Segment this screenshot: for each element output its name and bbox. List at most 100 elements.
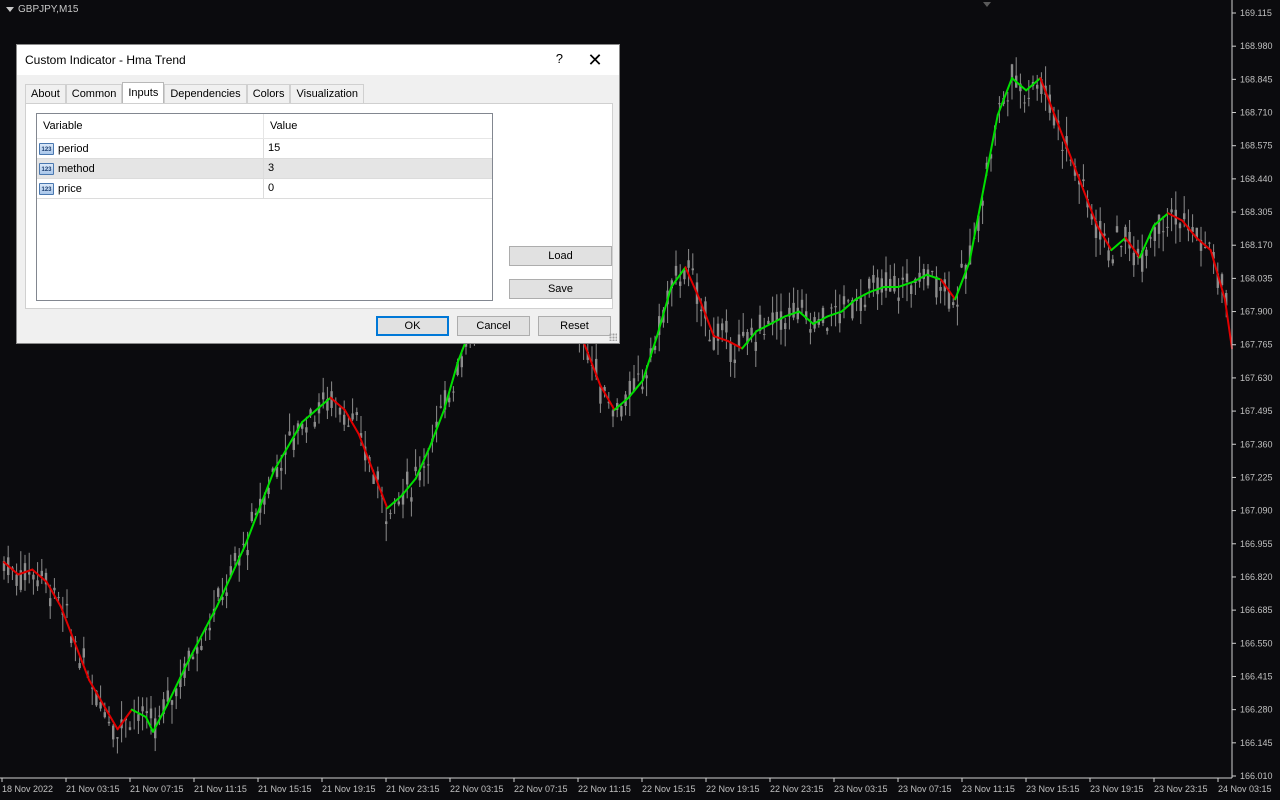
candle-body: [208, 627, 211, 631]
candle-body: [784, 323, 787, 330]
hma-segment: [599, 384, 616, 411]
value-column-header[interactable]: Value: [264, 114, 297, 138]
close-button[interactable]: ✕: [581, 48, 609, 72]
candle-body: [280, 467, 283, 471]
tab-dependencies[interactable]: Dependencies: [164, 84, 247, 103]
resize-grip-icon[interactable]: [609, 333, 617, 341]
tab-visualization[interactable]: Visualization: [290, 84, 365, 103]
integer-type-icon: 123: [39, 142, 54, 155]
hma-segment: [854, 290, 871, 301]
symbol-label[interactable]: GBPJPY,M15: [6, 4, 78, 15]
candle-body: [410, 497, 413, 502]
price-label: 166.010: [1240, 771, 1273, 781]
time-label: 23 Nov 03:15: [834, 784, 888, 794]
reset-button[interactable]: Reset: [538, 316, 611, 336]
hma-segment: [712, 335, 730, 343]
time-label: 23 Nov 23:15: [1154, 784, 1208, 794]
candle-body: [427, 464, 430, 466]
hma-segment: [1010, 77, 1028, 92]
candle-body: [956, 304, 959, 307]
candle-body: [708, 339, 711, 342]
candle-body: [775, 311, 778, 321]
candle-body: [939, 287, 942, 291]
candle-body: [1149, 237, 1152, 239]
price-label: 168.440: [1240, 174, 1273, 184]
price-label: 168.845: [1240, 74, 1273, 84]
price-label: 168.170: [1240, 240, 1273, 250]
hma-segment: [187, 605, 218, 662]
variable-column-header[interactable]: Variable: [37, 114, 264, 138]
inputs-panel: Variable Value 123 period 15 123 method 3 …: [25, 103, 613, 309]
candle-body: [460, 356, 463, 368]
time-label: 21 Nov 11:15: [194, 784, 247, 794]
ok-button[interactable]: OK: [376, 316, 449, 336]
table-row[interactable]: 123 method 3: [37, 159, 492, 179]
price-label: 167.090: [1240, 506, 1273, 516]
table-row[interactable]: 123 price 0: [37, 179, 492, 199]
candle-body: [620, 405, 623, 417]
hma-segment: [372, 470, 389, 510]
candle-body: [733, 359, 736, 364]
candle-body: [691, 268, 694, 271]
candle-body: [721, 323, 724, 331]
save-button[interactable]: Save: [509, 279, 612, 299]
candle-body: [750, 327, 753, 336]
grid-header: Variable Value: [37, 114, 492, 139]
candle-body: [935, 276, 938, 298]
candle-body: [1120, 246, 1123, 248]
candle-body: [355, 412, 358, 416]
hma-segment: [1081, 187, 1099, 227]
price-label: 166.145: [1240, 738, 1273, 748]
candle-body: [322, 392, 325, 400]
tab-colors[interactable]: Colors: [246, 84, 291, 103]
hma-segment: [755, 322, 772, 333]
inputs-grid[interactable]: Variable Value 123 period 15 123 method 3 …: [36, 113, 493, 301]
candle-body: [200, 645, 203, 650]
help-button[interactable]: ?: [556, 51, 563, 66]
candle-body: [611, 410, 615, 417]
candle-body: [103, 712, 106, 718]
candle-body: [889, 278, 892, 292]
candle-body: [737, 334, 741, 347]
candle-body: [637, 373, 640, 375]
candle-body: [141, 706, 144, 712]
candle-body: [679, 281, 682, 286]
candle-body: [952, 302, 955, 305]
price-label: 168.575: [1240, 141, 1273, 151]
candle-body: [834, 305, 837, 308]
dialog-title: Custom Indicator - Hma Trend: [25, 53, 186, 67]
candle-body: [250, 511, 253, 522]
variable-value[interactable]: 0: [264, 179, 274, 198]
integer-type-icon: 123: [39, 182, 54, 195]
candle-body: [1132, 252, 1135, 266]
time-label: 18 Nov 2022: [2, 784, 53, 794]
tab-inputs[interactable]: Inputs: [122, 82, 165, 103]
price-label: 167.360: [1240, 439, 1273, 449]
variable-value[interactable]: 3: [264, 159, 274, 178]
hma-segment: [1067, 150, 1084, 190]
variable-value[interactable]: 15: [264, 139, 280, 158]
price-label: 168.710: [1240, 108, 1273, 118]
candle-body: [998, 103, 1001, 105]
time-label: 22 Nov 19:15: [706, 784, 760, 794]
candle-body: [1115, 226, 1119, 233]
candle-body: [1023, 102, 1026, 104]
candle-body: [742, 331, 745, 336]
cancel-button[interactable]: Cancel: [457, 316, 530, 336]
time-label: 21 Nov 15:15: [258, 784, 312, 794]
time-label: 23 Nov 19:15: [1090, 784, 1144, 794]
candle-body: [233, 553, 237, 561]
custom-indicator-dialog: Custom Indicator - Hma Trend ? ✕ About C…: [16, 44, 620, 344]
hma-segment: [244, 470, 275, 547]
hma-segment: [982, 113, 999, 190]
candle-body: [1082, 179, 1085, 182]
table-row[interactable]: 123 period 15: [37, 139, 492, 159]
hma-segment: [641, 335, 659, 382]
hma-segment: [968, 187, 985, 264]
dialog-titlebar[interactable]: Custom Indicator - Hma Trend ? ✕: [17, 45, 619, 75]
tab-about[interactable]: About: [25, 84, 66, 103]
price-label: 166.955: [1240, 539, 1273, 549]
candle-body: [112, 725, 115, 740]
load-button[interactable]: Load: [509, 246, 612, 266]
tab-common[interactable]: Common: [65, 84, 123, 103]
